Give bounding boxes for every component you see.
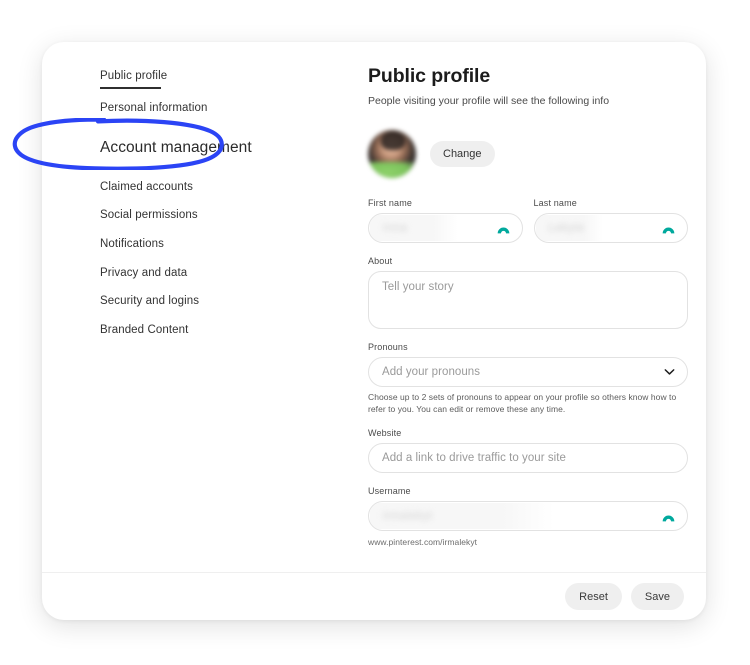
sidebar-item-label: Account management — [100, 138, 252, 156]
about-textarea[interactable]: Tell your story — [368, 271, 688, 329]
sidebar-item-account-management[interactable]: Account management — [56, 127, 336, 169]
last-name-group: Last name Lekyte — [533, 198, 688, 243]
page-root: Public profile Personal information Acco… — [0, 0, 750, 665]
reset-button[interactable]: Reset — [565, 583, 622, 610]
about-placeholder: Tell your story — [382, 281, 454, 293]
pronouns-label: Pronouns — [368, 342, 408, 352]
avatar[interactable] — [368, 130, 416, 178]
name-fields-row: First name Irma Last name Lekyte — [368, 198, 688, 243]
username-masked-value: irmalekyt — [370, 503, 555, 529]
first-name-value: Irma — [383, 222, 408, 234]
last-name-input[interactable]: Lekyte — [533, 213, 688, 243]
about-label: About — [368, 256, 393, 266]
sidebar-item-branded-content[interactable]: Branded Content — [56, 316, 336, 345]
settings-card: Public profile Personal information Acco… — [42, 42, 706, 620]
sidebar-item-label: Branded Content — [100, 323, 189, 336]
sidebar-item-label: Privacy and data — [100, 266, 188, 279]
website-group: Website Add a link to drive traffic to y… — [368, 428, 688, 473]
sidebar-item-label: Social permissions — [100, 209, 198, 222]
sidebar-item-label: Claimed accounts — [100, 180, 194, 193]
avatar-row: Change — [368, 130, 688, 178]
sidebar-item-social-permissions[interactable]: Social permissions — [56, 201, 336, 230]
sidebar-item-notifications[interactable]: Notifications — [56, 230, 336, 259]
change-avatar-button[interactable]: Change — [430, 141, 495, 167]
public-profile-panel: Public profile People visiting your prof… — [368, 64, 688, 547]
sidebar-item-personal-information[interactable]: Personal information — [56, 94, 336, 123]
sidebar-item-public-profile[interactable]: Public profile — [56, 64, 336, 89]
about-group: About Tell your story — [368, 256, 688, 329]
dashlane-arch-icon[interactable] — [661, 222, 676, 234]
website-input[interactable]: Add a link to drive traffic to your site — [368, 443, 688, 473]
chevron-down-icon[interactable] — [664, 369, 675, 376]
website-label: Website — [368, 428, 402, 438]
username-label: Username — [368, 486, 411, 496]
username-value: irmalekyt — [383, 510, 433, 522]
card-footer: Reset Save — [42, 573, 706, 620]
website-placeholder: Add a link to drive traffic to your site — [382, 452, 566, 464]
pronouns-group: Pronouns Add your pronouns Choose up to … — [368, 342, 688, 415]
sidebar-item-label: Notifications — [100, 238, 164, 251]
profile-url-note: www.pinterest.com/irmalekyt — [368, 537, 478, 547]
sidebar-item-privacy-and-data[interactable]: Privacy and data — [56, 258, 336, 287]
dashlane-arch-icon[interactable] — [496, 222, 511, 234]
page-title: Public profile — [368, 65, 491, 87]
sidebar-item-security-and-logins[interactable]: Security and logins — [56, 287, 336, 316]
sidebar-item-claimed-accounts[interactable]: Claimed accounts — [56, 173, 336, 202]
username-group: Username irmalekyt www.pinterest.com/irm… — [368, 486, 688, 547]
sidebar-item-label: Public profile — [100, 70, 168, 82]
save-button[interactable]: Save — [630, 583, 684, 610]
last-name-value: Lekyte — [548, 222, 585, 234]
first-name-label: First name — [368, 198, 413, 208]
card-body: Public profile Personal information Acco… — [42, 42, 706, 572]
pronouns-select[interactable]: Add your pronouns — [368, 357, 688, 387]
first-name-input[interactable]: Irma — [368, 213, 523, 243]
settings-sidebar: Public profile Personal information Acco… — [56, 64, 336, 344]
pronouns-helper-text: Choose up to 2 sets of pronouns to appea… — [368, 392, 677, 414]
page-subtitle: People visiting your profile will see th… — [368, 95, 610, 107]
first-name-group: First name Irma — [368, 198, 523, 243]
first-name-masked-value: Irma — [370, 215, 459, 241]
username-input[interactable]: irmalekyt — [368, 501, 688, 531]
active-underline — [100, 87, 161, 89]
sidebar-item-label: Security and logins — [100, 295, 200, 308]
last-name-masked-value: Lekyte — [535, 215, 603, 241]
sidebar-item-label: Personal information — [100, 102, 208, 115]
last-name-label: Last name — [533, 198, 577, 208]
pronouns-placeholder: Add your pronouns — [382, 366, 481, 378]
dashlane-arch-icon[interactable] — [661, 510, 676, 522]
